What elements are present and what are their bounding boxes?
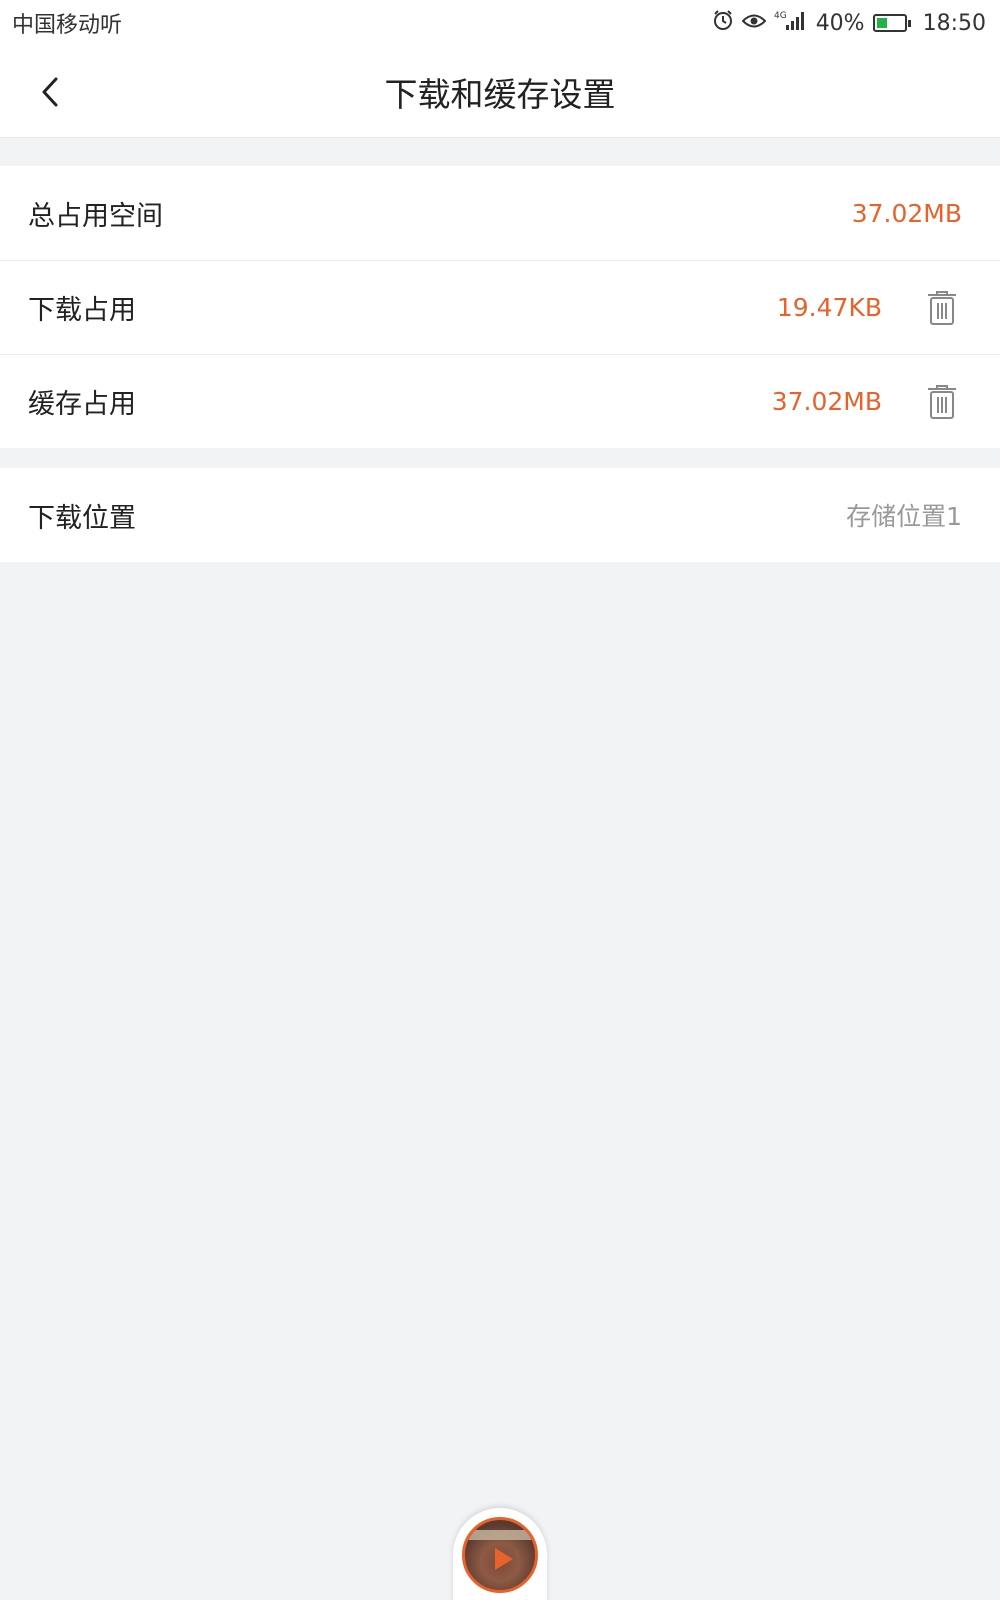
download-usage-value: 19.47KB (776, 293, 882, 322)
cache-usage-label: 缓存占用 (28, 389, 136, 420)
total-space-row: 总占用空间 37.02MB (0, 166, 1000, 260)
eye-comfort-icon (741, 11, 767, 36)
cache-usage-row: 缓存占用 37.02MB (0, 354, 1000, 448)
download-usage-row: 下载占用 19.47KB (0, 260, 1000, 354)
status-icons: 4G 40% 18:50 (712, 9, 986, 37)
download-location-row[interactable]: 下载位置 存储位置1 (0, 468, 1000, 562)
signal-icon: 4G (774, 9, 808, 37)
alarm-icon (712, 9, 734, 37)
download-location-label: 下载位置 (28, 502, 136, 534)
page-title: 下载和缓存设置 (384, 75, 616, 114)
clear-downloads-button[interactable] (922, 288, 962, 328)
status-bar: 中国移动听 4G 40% 18:50 (0, 0, 1000, 46)
trash-icon (928, 384, 956, 419)
total-space-label: 总占用空间 (28, 200, 163, 232)
battery-percent: 40% (815, 10, 865, 36)
album-cover (462, 1517, 538, 1593)
play-icon (495, 1548, 513, 1570)
carrier-name: 中国移动听 (12, 13, 123, 38)
trash-icon (928, 290, 956, 325)
battery-icon (872, 14, 911, 32)
download-location-value: 存储位置1 (846, 502, 962, 531)
download-usage-label: 下载占用 (28, 295, 136, 326)
storage-usage-group: 总占用空间 37.02MB 下载占用 19.47KB 缓存占用 37.02MB (0, 166, 1000, 448)
total-space-value: 37.02MB (851, 198, 962, 228)
mini-player-button[interactable] (453, 1508, 547, 1600)
svg-text:4G: 4G (774, 11, 787, 21)
cache-usage-value: 37.02MB (771, 387, 882, 416)
download-location-group: 下载位置 存储位置1 (0, 468, 1000, 562)
clear-cache-button[interactable] (922, 382, 962, 422)
navigation-bar: 下载和缓存设置 (0, 46, 1000, 138)
clock: 18:50 (922, 10, 986, 36)
